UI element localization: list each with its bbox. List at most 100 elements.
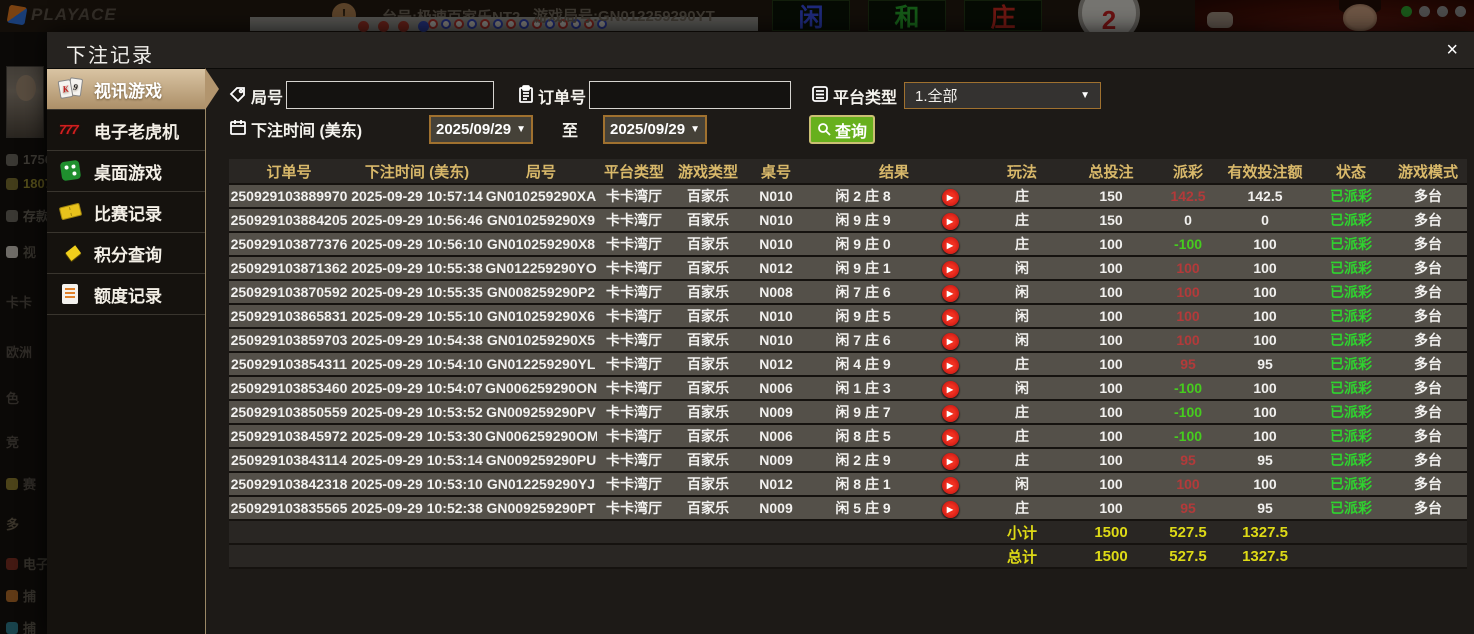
sidebar-item-label: 电子老虎机	[94, 118, 179, 143]
cell-bet-side: 庄	[981, 496, 1063, 520]
platform-type-value: 1.全部	[915, 85, 958, 106]
cell-time: 2025-09-29 10:52:38	[349, 496, 485, 520]
cell-table_no: N008	[745, 280, 807, 304]
replay-icon[interactable]: ▶	[942, 213, 959, 230]
cell-total-bet: 100	[1063, 376, 1159, 400]
cell-valid-bet: 100	[1217, 424, 1313, 448]
cell-order: 250929103870592	[229, 280, 349, 304]
sidebar-item-quota[interactable]: 额度记录	[47, 274, 205, 315]
replay-icon[interactable]: ▶	[942, 333, 959, 350]
cell-replay: ▶	[919, 280, 981, 304]
cell-bet-side: 闲	[981, 304, 1063, 328]
cell-result: 闲 7 庄 6	[807, 328, 919, 352]
platform-type-select[interactable]: 1.全部 ▼	[904, 82, 1101, 109]
date-to-picker[interactable]: 2025/09/29 ▼	[603, 115, 707, 144]
cell-platform: 卡卡湾厅	[597, 400, 671, 424]
replay-icon[interactable]: ▶	[942, 357, 959, 374]
cell-total-bet: 150	[1063, 208, 1159, 232]
replay-icon[interactable]: ▶	[942, 453, 959, 470]
cell-round: GN010259290X9	[485, 208, 597, 232]
date-from-value: 2025/09/29	[436, 121, 511, 138]
cell-result: 闲 9 庄 5	[807, 304, 919, 328]
cell-platform: 卡卡湾厅	[597, 376, 671, 400]
cell-table_no: N012	[745, 256, 807, 280]
cell-round: GN006259290OM	[485, 424, 597, 448]
table-row: 2509291038355652025-09-29 10:52:38GN0092…	[229, 496, 1467, 520]
cell-game_type: 百家乐	[671, 496, 745, 520]
cell-round: GN008259290P2	[485, 280, 597, 304]
ticket-icon	[59, 200, 85, 224]
cell-bet-side: 庄	[981, 448, 1063, 472]
cell-order: 250929103835565	[229, 496, 349, 520]
cell-bet-side: 闲	[981, 256, 1063, 280]
replay-icon[interactable]: ▶	[942, 237, 959, 254]
cell-time: 2025-09-29 10:54:07	[349, 376, 485, 400]
cell-bet-side: 闲	[981, 376, 1063, 400]
table-row: 2509291038713622025-09-29 10:55:38GN0122…	[229, 256, 1467, 280]
cell-payout: 100	[1159, 328, 1217, 352]
cell-platform: 卡卡湾厅	[597, 424, 671, 448]
cell-table_no: N010	[745, 208, 807, 232]
cell-replay: ▶	[919, 448, 981, 472]
sidebar-item-match-records[interactable]: 比赛记录	[47, 192, 205, 233]
cell-valid-bet: 100	[1217, 280, 1313, 304]
subtotal-valid-bet: 1327.5	[1217, 520, 1313, 544]
sidebar-item-table-games[interactable]: 桌面游戏	[47, 151, 205, 192]
sidebar-item-points[interactable]: ◆积分查询	[47, 233, 205, 274]
cell-table_no: N009	[745, 496, 807, 520]
replay-icon[interactable]: ▶	[942, 189, 959, 206]
column-header: 局号	[485, 159, 597, 184]
round-no-label: 局号	[251, 84, 283, 108]
cell-result: 闲 7 庄 6	[807, 280, 919, 304]
cell-platform: 卡卡湾厅	[597, 496, 671, 520]
replay-icon[interactable]: ▶	[942, 261, 959, 278]
sidebar-item-video[interactable]: K9视讯游戏	[47, 69, 205, 110]
cell-replay: ▶	[919, 472, 981, 496]
cell-status: 已派彩	[1313, 328, 1389, 352]
sidebar-item-label: 比赛记录	[94, 200, 162, 225]
search-button[interactable]: 查询	[809, 115, 875, 144]
cell-round: GN012259290YJ	[485, 472, 597, 496]
cell-order: 250929103859703	[229, 328, 349, 352]
column-header: 桌号	[745, 159, 807, 184]
cell-game_type: 百家乐	[671, 184, 745, 208]
cell-game_type: 百家乐	[671, 448, 745, 472]
cell-round: GN009259290PT	[485, 496, 597, 520]
table-row: 2509291038431142025-09-29 10:53:14GN0092…	[229, 448, 1467, 472]
close-icon[interactable]: ×	[1446, 38, 1458, 62]
cell-game_type: 百家乐	[671, 424, 745, 448]
cell-total-bet: 100	[1063, 448, 1159, 472]
replay-icon[interactable]: ▶	[942, 405, 959, 422]
subtotal-label: 小计	[981, 520, 1063, 544]
cell-round: GN012259290YO	[485, 256, 597, 280]
round-no-input[interactable]	[286, 81, 494, 109]
replay-icon[interactable]: ▶	[942, 309, 959, 326]
cell-order: 250929103884205	[229, 208, 349, 232]
cell-valid-bet: 0	[1217, 208, 1313, 232]
cell-result: 闲 5 庄 9	[807, 496, 919, 520]
sidebar-item-label: 积分查询	[94, 241, 162, 266]
date-from-picker[interactable]: 2025/09/29 ▼	[429, 115, 533, 144]
cell-mode: 多台	[1389, 424, 1467, 448]
subtotal-row: 小计1500527.51327.5	[229, 520, 1467, 544]
table-row: 2509291038534602025-09-29 10:54:07GN0062…	[229, 376, 1467, 400]
cell-round: GN010259290X8	[485, 232, 597, 256]
replay-icon[interactable]: ▶	[942, 381, 959, 398]
cell-game_type: 百家乐	[671, 208, 745, 232]
replay-icon[interactable]: ▶	[942, 429, 959, 446]
bet-records-table: 订单号下注时间 (美东)局号平台类型游戏类型桌号结果玩法总投注派彩有效投注额状态…	[229, 159, 1467, 569]
sidebar-item-label: 额度记录	[94, 282, 162, 307]
replay-icon[interactable]: ▶	[942, 477, 959, 494]
sidebar-item-slots[interactable]: 777电子老虎机	[47, 110, 205, 151]
replay-icon[interactable]: ▶	[942, 501, 959, 518]
order-no-input[interactable]	[589, 81, 791, 109]
cell-result: 闲 2 庄 9	[807, 448, 919, 472]
cell-round: GN010259290X5	[485, 328, 597, 352]
cell-result: 闲 1 庄 3	[807, 376, 919, 400]
replay-icon[interactable]: ▶	[942, 285, 959, 302]
cell-mode: 多台	[1389, 448, 1467, 472]
bet-records-modal: 下注记录 × K9视讯游戏777电子老虎机桌面游戏比赛记录◆积分查询额度记录 局…	[47, 32, 1474, 634]
cell-valid-bet: 100	[1217, 400, 1313, 424]
cell-mode: 多台	[1389, 232, 1467, 256]
cell-total-bet: 100	[1063, 232, 1159, 256]
